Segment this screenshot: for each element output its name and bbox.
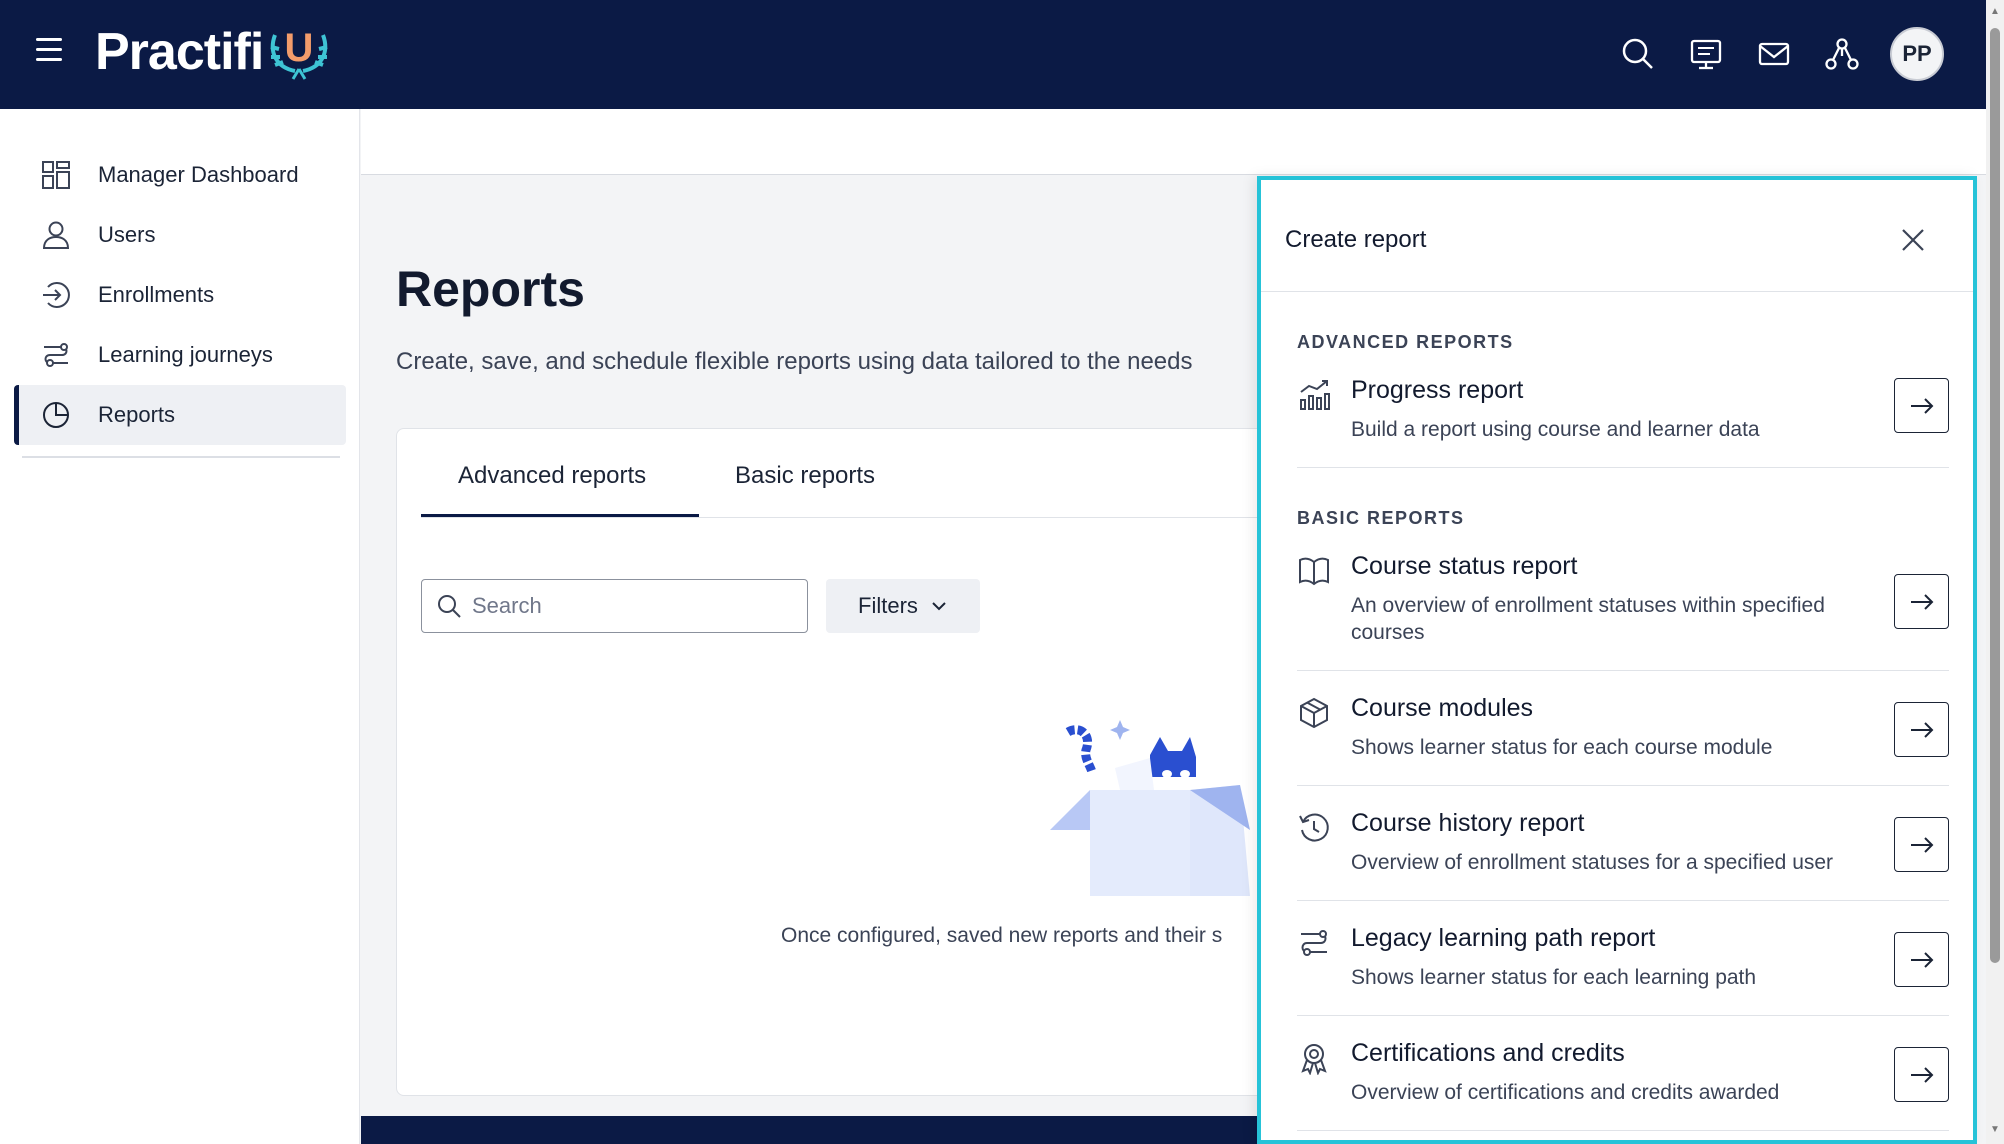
open-course-modules-report-button[interactable] xyxy=(1894,702,1949,757)
divider xyxy=(1297,1015,1949,1016)
report-option-title: Progress report xyxy=(1351,376,1524,404)
search-field[interactable] xyxy=(421,579,808,633)
tabs-divider xyxy=(421,517,1321,518)
sidebar-item-label: Manager Dashboard xyxy=(98,162,299,187)
history-icon xyxy=(1299,813,1329,842)
mail-icon[interactable] xyxy=(1756,36,1792,72)
report-option-title: Course modules xyxy=(1351,694,1534,722)
top-navbar: Practifi U PP xyxy=(0,0,1986,109)
filters-label: Filters xyxy=(858,593,918,618)
enroll-icon xyxy=(43,282,70,308)
drawer-header: Create report xyxy=(1261,180,1973,292)
arrow-right-icon xyxy=(1910,397,1933,414)
tab-advanced-reports[interactable]: Advanced reports xyxy=(458,462,646,490)
tab-basic-reports[interactable]: Basic reports xyxy=(735,462,875,490)
presentation-icon[interactable] xyxy=(1688,36,1724,72)
divider xyxy=(1297,785,1949,786)
active-tab-indicator xyxy=(421,514,699,517)
report-option-description: Overview of enrollment statuses for a sp… xyxy=(1351,851,1834,874)
pie-chart-icon xyxy=(43,402,69,428)
report-option-description: Shows learner status for each learning p… xyxy=(1351,966,1757,989)
report-option-title: Legacy learning path report xyxy=(1351,924,1656,952)
page-scrollbar[interactable]: ▲ ▼ xyxy=(1986,0,2004,1144)
open-course-status-report-button[interactable] xyxy=(1894,574,1949,629)
dashboard-icon xyxy=(42,161,70,189)
bar-chart-icon xyxy=(1300,380,1330,410)
menu-toggle-icon[interactable] xyxy=(36,38,66,68)
scroll-thumb[interactable] xyxy=(1990,28,2000,963)
report-option-title: Certifications and credits xyxy=(1351,1039,1625,1067)
search-icon[interactable] xyxy=(1620,36,1656,72)
chevron-down-icon xyxy=(932,602,946,611)
open-certifications-credits-report-button[interactable] xyxy=(1894,1047,1949,1102)
logo-laurel-mark: U xyxy=(270,26,328,80)
sidebar-item-label: Enrollments xyxy=(98,282,215,307)
report-option-title: Course history report xyxy=(1351,809,1585,837)
cube-icon xyxy=(1300,697,1328,729)
section-label-advanced: ADVANCED REPORTS xyxy=(1297,332,1514,352)
report-option-title: Course status report xyxy=(1351,552,1578,580)
app-logo[interactable]: Practifi U xyxy=(95,22,333,82)
sub-header-bar xyxy=(361,109,1986,175)
divider xyxy=(1297,467,1949,468)
arrow-right-icon xyxy=(1910,951,1933,968)
scroll-up-arrow-icon[interactable]: ▲ xyxy=(1989,6,2001,18)
search-input[interactable] xyxy=(472,593,792,619)
sidebar-item-label: Learning journeys xyxy=(98,342,273,367)
section-label-basic: BASIC REPORTS xyxy=(1297,508,1465,528)
sidebar-item-enrollments[interactable]: Enrollments xyxy=(14,265,346,325)
create-report-drawer: Create report ADVANCED REPORTS Progress … xyxy=(1257,176,1977,1144)
award-icon xyxy=(1301,1044,1327,1075)
report-option-description: An overview of enrollment statuses withi… xyxy=(1351,594,1825,644)
journey-icon xyxy=(44,343,68,367)
sidebar-item-manager-dashboard[interactable]: Manager Dashboard xyxy=(14,145,346,205)
sidebar-item-learning-journeys[interactable]: Learning journeys xyxy=(14,325,346,385)
sidebar-item-label: Reports xyxy=(98,402,176,427)
arrow-right-icon xyxy=(1910,593,1933,610)
user-avatar[interactable]: PP xyxy=(1890,27,1944,81)
arrow-right-icon xyxy=(1910,1066,1933,1083)
close-icon[interactable] xyxy=(1897,224,1929,256)
path-icon xyxy=(1301,930,1327,956)
footer-bar xyxy=(361,1116,1261,1144)
report-option-description: Overview of certifications and credits a… xyxy=(1351,1081,1780,1104)
logo-text: Practifi xyxy=(95,23,264,81)
page-description: Create, save, and schedule flexible repo… xyxy=(396,348,1193,375)
report-option-description: Shows learner status for each course mod… xyxy=(1351,736,1773,759)
scroll-down-arrow-icon[interactable]: ▼ xyxy=(1989,1124,2001,1136)
page-title: Reports xyxy=(396,261,585,317)
sidebar-divider xyxy=(22,456,340,458)
sidebar-item-reports[interactable]: Reports xyxy=(14,385,346,445)
org-hierarchy-icon[interactable] xyxy=(1824,36,1860,72)
user-icon xyxy=(42,221,70,249)
search-icon xyxy=(438,595,461,618)
sidebar: Manager Dashboard Users Enrollments Lear… xyxy=(0,109,360,1144)
open-course-history-report-button[interactable] xyxy=(1894,817,1949,872)
divider xyxy=(1297,1130,1949,1131)
drawer-title: Create report xyxy=(1285,226,1427,253)
open-progress-report-button[interactable] xyxy=(1894,378,1949,433)
filters-button[interactable]: Filters xyxy=(826,579,980,633)
open-legacy-learning-path-report-button[interactable] xyxy=(1894,932,1949,987)
logo-letter: U xyxy=(285,26,314,70)
empty-state-cat-box-illustration xyxy=(1050,720,1250,896)
divider xyxy=(1297,670,1949,671)
arrow-right-icon xyxy=(1910,836,1933,853)
sidebar-item-users[interactable]: Users xyxy=(14,205,346,265)
divider xyxy=(1297,900,1949,901)
sidebar-item-label: Users xyxy=(98,222,156,247)
empty-state-message: Once configured, saved new reports and t… xyxy=(781,924,1223,947)
report-option-description: Build a report using course and learner … xyxy=(1351,418,1760,441)
arrow-right-icon xyxy=(1910,721,1933,738)
book-icon xyxy=(1299,557,1329,586)
